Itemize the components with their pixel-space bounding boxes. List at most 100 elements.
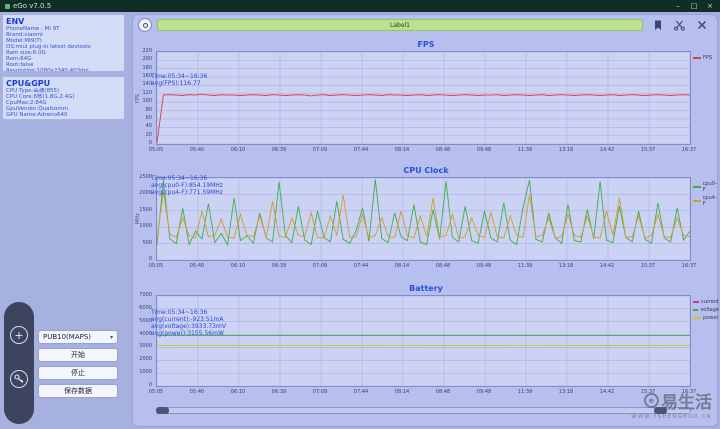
clear-button[interactable]	[695, 19, 708, 31]
key-button[interactable]	[10, 370, 28, 388]
record-icon	[142, 22, 148, 28]
key-icon	[14, 374, 24, 383]
plot-area[interactable]	[156, 51, 691, 145]
cpu-clock-svg	[157, 178, 690, 260]
x-tick-label: 06:39	[271, 147, 287, 153]
x-tick-label: 06:10	[230, 147, 246, 153]
x-tick-label: 07:09	[312, 147, 328, 153]
legend-item[interactable]: voltage	[693, 307, 719, 313]
timeline-scrollbar[interactable]	[156, 407, 691, 414]
x-tick-label: 13:18	[558, 147, 574, 153]
annotation-line: avg(cpu4-F):771.59MHz	[151, 189, 223, 196]
legend-label: current	[700, 299, 719, 305]
app-icon	[5, 3, 10, 9]
record-button[interactable]	[138, 18, 152, 32]
y-tick-label: 1000	[139, 223, 152, 230]
x-tick-label: 09:48	[476, 389, 492, 395]
fps-svg	[157, 52, 690, 144]
annotation-line: Time:05:34~16:36	[151, 175, 208, 182]
x-tick-label: 05:05	[148, 147, 164, 153]
start-button[interactable]: 开始	[38, 348, 118, 362]
chart-annotation: Time:05:34~16:36 avg(FPS):116.77	[151, 73, 207, 87]
x-tick-label: 05:05	[148, 389, 164, 395]
chart-annotation: Time:05:34~16:36 avg(current):-923.51mA av…	[151, 309, 226, 337]
legend-label: cpu0-F	[702, 181, 717, 193]
info-line: Resolution:1080x2340 403dpi	[6, 68, 89, 72]
chart-title: FPS	[417, 40, 435, 49]
legend-item[interactable]: cpu4-F	[693, 195, 719, 207]
y-tick-label: 100	[142, 98, 152, 105]
plus-icon: +	[14, 328, 24, 342]
watermark-logo: e	[644, 393, 659, 408]
x-tick-label: 16:37	[681, 147, 697, 153]
main-panel: Label1 FPS FPS 0 20 40 60 80 100 120 140 160 180 2…	[132, 14, 719, 427]
legend-label: power	[703, 315, 719, 321]
env-info-panel: ENV PhoneName : Mi 9T Brand:xiaomi Model:M…	[2, 14, 125, 72]
minimize-button[interactable]: –	[673, 2, 683, 10]
y-tick-label: 1500	[139, 206, 152, 213]
x-tick-label: 06:10	[230, 389, 246, 395]
y-tick-label: 80	[145, 106, 152, 113]
save-data-button[interactable]: 保存数据	[38, 384, 118, 398]
x-tick-label: 11:39	[517, 389, 533, 395]
label-bar[interactable]: Label1	[157, 19, 643, 31]
x-tick-label: 11:39	[517, 147, 533, 153]
legend: cpu0-F cpu4-F	[693, 181, 719, 209]
y-tick-label: 200	[142, 56, 152, 63]
chart-annotation: Time:05:34~16:36 avg(cpu0-F):854.19MHz avg…	[151, 175, 223, 196]
plot-area[interactable]	[156, 177, 691, 261]
y-tick-label: 60	[145, 114, 152, 121]
legend-item[interactable]: cpu0-F	[693, 181, 719, 193]
x-tick-label: 07:44	[353, 147, 369, 153]
left-tool-rail: +	[4, 302, 34, 424]
x-tick-label: 09:48	[476, 263, 492, 269]
bookmark-button[interactable]	[651, 19, 664, 31]
legend-label: voltage	[700, 307, 719, 313]
annotation-line: Time:05:34~16:36	[151, 73, 208, 80]
legend-item[interactable]: FPS	[693, 55, 719, 61]
app-body: ENV PhoneName : Mi 9T Brand:xiaomi Model:M…	[0, 12, 720, 429]
scrollbar-left-handle[interactable]	[156, 407, 169, 414]
annotation-line: avg(voltage):3933.73mV	[151, 323, 226, 330]
annotation-line: avg(power):3155.56mW	[151, 330, 224, 337]
x-tick-label: 07:09	[312, 389, 328, 395]
x-tick-label: 11:39	[517, 263, 533, 269]
cpu-gpu-panel-lines: CPU Type:高通(855) CPU Core:8核(1.8G,2.4G) Cp…	[6, 88, 121, 118]
x-tick-label: 16:37	[681, 263, 697, 269]
watermark-text: 易生活	[661, 393, 712, 413]
y-tick-label: 180	[142, 64, 152, 71]
x-axis-ticks: 05:05 05:40 06:10 06:39 07:09 07:44 08:14 08:48…	[149, 146, 696, 154]
package-select-value: PUB10(MAPS)	[43, 333, 92, 341]
y-tick-label: 20	[145, 131, 152, 138]
y-tick-label: 40	[145, 123, 152, 130]
legend-swatch-icon	[693, 186, 701, 188]
watermark-subtext: WWW.YSHENGHUO.CN	[631, 414, 712, 420]
close-button[interactable]: ×	[705, 2, 715, 10]
stop-button[interactable]: 停止	[38, 366, 118, 380]
legend-item[interactable]: current	[693, 299, 719, 305]
maximize-button[interactable]: □	[689, 2, 699, 10]
annotation-line: avg(cpu0-F):854.19MHz	[151, 182, 223, 189]
x-tick-label: 06:39	[271, 389, 287, 395]
y-tick-label: 1000	[139, 369, 152, 376]
plot-area[interactable]	[156, 295, 691, 387]
x-tick-label: 15:37	[640, 263, 656, 269]
x-tick-label: 14:42	[599, 389, 615, 395]
y-tick-label: 220	[142, 48, 152, 54]
x-tick-label: 08:48	[435, 263, 451, 269]
y-tick-label: 0	[148, 140, 152, 146]
x-tick-label: 08:48	[435, 389, 451, 395]
bookmark-icon	[654, 20, 661, 30]
y-tick-label: 2000	[139, 356, 152, 363]
legend-label: FPS	[703, 55, 713, 61]
info-line: GPU Name:Adreno640	[6, 112, 68, 118]
annotation-line: Time:05:34~16:36	[151, 309, 208, 316]
package-select[interactable]: PUB10(MAPS) ▾	[38, 330, 118, 344]
y-tick-label: 500	[142, 239, 152, 246]
x-tick-label: 14:42	[599, 147, 615, 153]
add-button[interactable]: +	[10, 326, 28, 344]
cpu-gpu-info-panel: CPU&GPU CPU Type:高通(855) CPU Core:8核(1.8G…	[2, 76, 125, 120]
cut-button[interactable]	[673, 19, 686, 31]
legend-item[interactable]: power	[693, 315, 719, 321]
battery-svg	[157, 296, 690, 386]
